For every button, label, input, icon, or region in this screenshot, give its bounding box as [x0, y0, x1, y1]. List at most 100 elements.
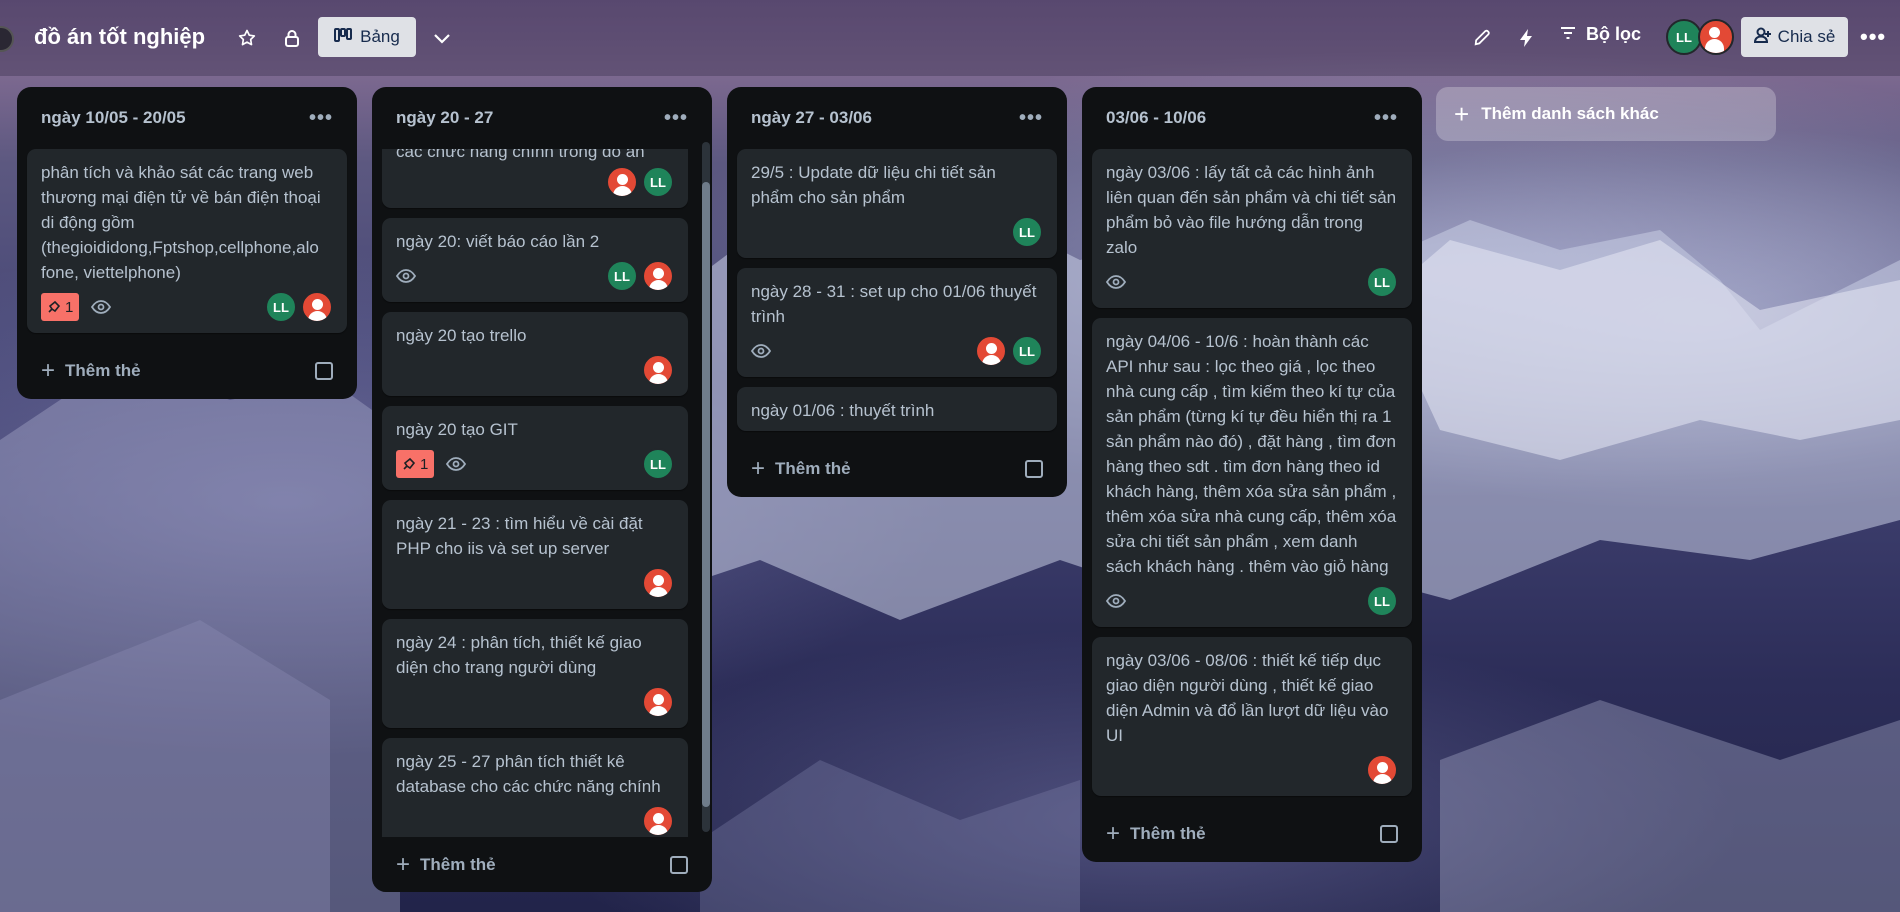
power-ups-icon[interactable]: [1468, 24, 1496, 52]
add-list-label: Thêm danh sách khác: [1481, 104, 1659, 123]
card-title: ngày 03/06 - 08/06 : thiết kế tiếp dục g…: [1106, 651, 1389, 745]
vote-icon: [403, 457, 416, 470]
lock-icon[interactable]: [278, 24, 306, 52]
member-avatar-admin[interactable]: [301, 291, 333, 323]
list-title[interactable]: ngày 10/05 - 20/05: [41, 108, 186, 128]
add-card-button[interactable]: + Thêm thẻ: [1092, 806, 1412, 862]
watch-icon: [1106, 275, 1126, 289]
more-menu-button[interactable]: •••: [1860, 24, 1886, 50]
watch-icon: [91, 300, 112, 314]
watch-icon: [446, 457, 467, 471]
member-avatar-ll[interactable]: LL: [265, 291, 297, 323]
member-avatar-ll[interactable]: LL: [1366, 266, 1398, 298]
member-avatar-ll[interactable]: LL: [1011, 216, 1043, 248]
card-template-icon[interactable]: [670, 856, 688, 874]
add-card-button[interactable]: + Thêm thẻ: [382, 837, 702, 893]
list-menu-icon[interactable]: •••: [1019, 107, 1043, 130]
card-title: ngày 24 : phân tích, thiết kế giao diện …: [396, 633, 642, 677]
plus-icon: +: [1106, 820, 1121, 847]
member-avatar-admin[interactable]: [642, 686, 674, 718]
card[interactable]: ngày 01/06 : thuyết trình: [737, 387, 1057, 431]
card-template-icon[interactable]: [1025, 460, 1043, 478]
automation-icon[interactable]: [1512, 24, 1540, 52]
card[interactable]: ngày 28 - 31 : set up cho 01/06 thuyết t…: [737, 268, 1057, 377]
card[interactable]: phân tích và khảo sát các trang web thươ…: [27, 149, 347, 333]
add-card-label: Thêm thẻ: [420, 855, 496, 874]
vote-badge: 1: [396, 450, 435, 478]
list-menu-icon[interactable]: •••: [1374, 107, 1398, 130]
card[interactable]: ngày 20 tạo GIT 1 LL: [382, 406, 688, 490]
filter-button[interactable]: Bộ lọc: [1560, 24, 1641, 45]
list-menu-icon[interactable]: •••: [664, 107, 688, 130]
member-avatar-ll[interactable]: LL: [642, 166, 674, 198]
card[interactable]: ngày 20: viết báo cáo lần 2 LL: [382, 218, 688, 302]
card-title: ngày 20: viết báo cáo lần 2: [396, 232, 600, 251]
list-title[interactable]: 03/06 - 10/06: [1106, 108, 1206, 128]
member-avatar-admin[interactable]: [642, 260, 674, 292]
board-view-button[interactable]: Bảng: [318, 17, 416, 57]
card-title: ngày 20 tạo trello: [396, 326, 527, 345]
list-menu-icon[interactable]: •••: [309, 107, 333, 130]
member-avatar-ll[interactable]: LL: [1366, 585, 1398, 617]
list-column: ngày 27 - 03/06 ••• 29/5 : Update dữ liệ…: [727, 87, 1067, 497]
watch-icon: [396, 269, 416, 283]
board-view-label: Bảng: [360, 27, 400, 46]
card[interactable]: 29/5 : Update dữ liệu chi tiết sản phẩm …: [737, 149, 1057, 258]
member-avatar-ll[interactable]: LL: [1666, 19, 1702, 55]
plus-icon: +: [1454, 98, 1470, 129]
card-title: ngày 04/06 - 10/6 : hoàn thành các API n…: [1106, 332, 1397, 576]
vote-icon: [48, 300, 61, 313]
card[interactable]: ngày 03/06 - 08/06 : thiết kế tiếp dục g…: [1092, 637, 1412, 796]
member-avatar-admin[interactable]: [642, 354, 674, 386]
add-list-button[interactable]: + Thêm danh sách khác: [1436, 87, 1776, 141]
member-avatar-admin[interactable]: [1698, 19, 1734, 55]
add-card-label: Thêm thẻ: [775, 459, 851, 478]
share-button[interactable]: Chia sẻ: [1741, 17, 1848, 57]
card-title: ngày 03/06 : lấy tất cả các hình ảnh liê…: [1106, 163, 1397, 257]
card[interactable]: ngày 24 : phân tích, thiết kế giao diện …: [382, 619, 688, 728]
board-title[interactable]: đồ án tốt nghiệp: [34, 24, 205, 50]
star-icon[interactable]: [233, 24, 261, 52]
plus-icon: +: [751, 455, 766, 482]
card-title: các chức năng chính trong đồ án: [396, 149, 645, 161]
card-title: ngày 25 - 27 phân tích thiết kê database…: [396, 752, 661, 796]
chevron-down-icon[interactable]: [428, 24, 456, 52]
card[interactable]: ngày 03/06 : lấy tất cả các hình ảnh liê…: [1092, 149, 1412, 308]
add-person-icon: [1753, 27, 1772, 48]
card-title: ngày 21 - 23 : tìm hiểu về cài đặt PHP c…: [396, 514, 643, 558]
member-avatar-admin[interactable]: [642, 567, 674, 599]
member-avatar-admin[interactable]: [975, 335, 1007, 367]
sidebar-toggle[interactable]: [0, 26, 14, 52]
list-column: ngày 20 - 27 ••• các chức năng chính tro…: [372, 87, 712, 892]
card[interactable]: các chức năng chính trong đồ án LL: [382, 149, 688, 208]
add-card-button[interactable]: + Thêm thẻ: [27, 343, 347, 399]
member-avatar-ll[interactable]: LL: [1011, 335, 1043, 367]
card[interactable]: ngày 04/06 - 10/6 : hoàn thành các API n…: [1092, 318, 1412, 627]
card-title: ngày 01/06 : thuyết trình: [751, 401, 935, 420]
watch-icon: [1106, 594, 1126, 608]
member-avatar-admin[interactable]: [1366, 754, 1398, 786]
add-card-label: Thêm thẻ: [65, 361, 141, 380]
plus-icon: +: [41, 357, 56, 384]
card[interactable]: ngày 25 - 27 phân tích thiết kê database…: [382, 738, 688, 837]
share-label: Chia sẻ: [1777, 27, 1836, 46]
plus-icon: +: [396, 851, 411, 878]
member-avatar-admin[interactable]: [642, 805, 674, 837]
list-scrollbar[interactable]: [702, 142, 710, 832]
list-title[interactable]: ngày 20 - 27: [396, 108, 493, 128]
card[interactable]: ngày 20 tạo trello: [382, 312, 688, 396]
vote-count: 1: [65, 298, 74, 316]
member-avatar-ll[interactable]: LL: [606, 260, 638, 292]
vote-count: 1: [420, 455, 429, 473]
card-template-icon[interactable]: [315, 362, 333, 380]
card-template-icon[interactable]: [1380, 825, 1398, 843]
add-card-button[interactable]: + Thêm thẻ: [737, 441, 1057, 497]
card[interactable]: ngày 21 - 23 : tìm hiểu về cài đặt PHP c…: [382, 500, 688, 609]
list-column: ngày 10/05 - 20/05 ••• phân tích và khảo…: [17, 87, 357, 399]
member-avatar-admin[interactable]: [606, 166, 638, 198]
list-title[interactable]: ngày 27 - 03/06: [751, 108, 872, 128]
member-avatar-ll[interactable]: LL: [642, 448, 674, 480]
filter-icon: [1560, 24, 1576, 45]
board-header: đồ án tốt nghiệp Bảng Bộ lọc LL Chia sẻ …: [0, 0, 1900, 76]
card-title: ngày 28 - 31 : set up cho 01/06 thuyết t…: [751, 282, 1037, 326]
